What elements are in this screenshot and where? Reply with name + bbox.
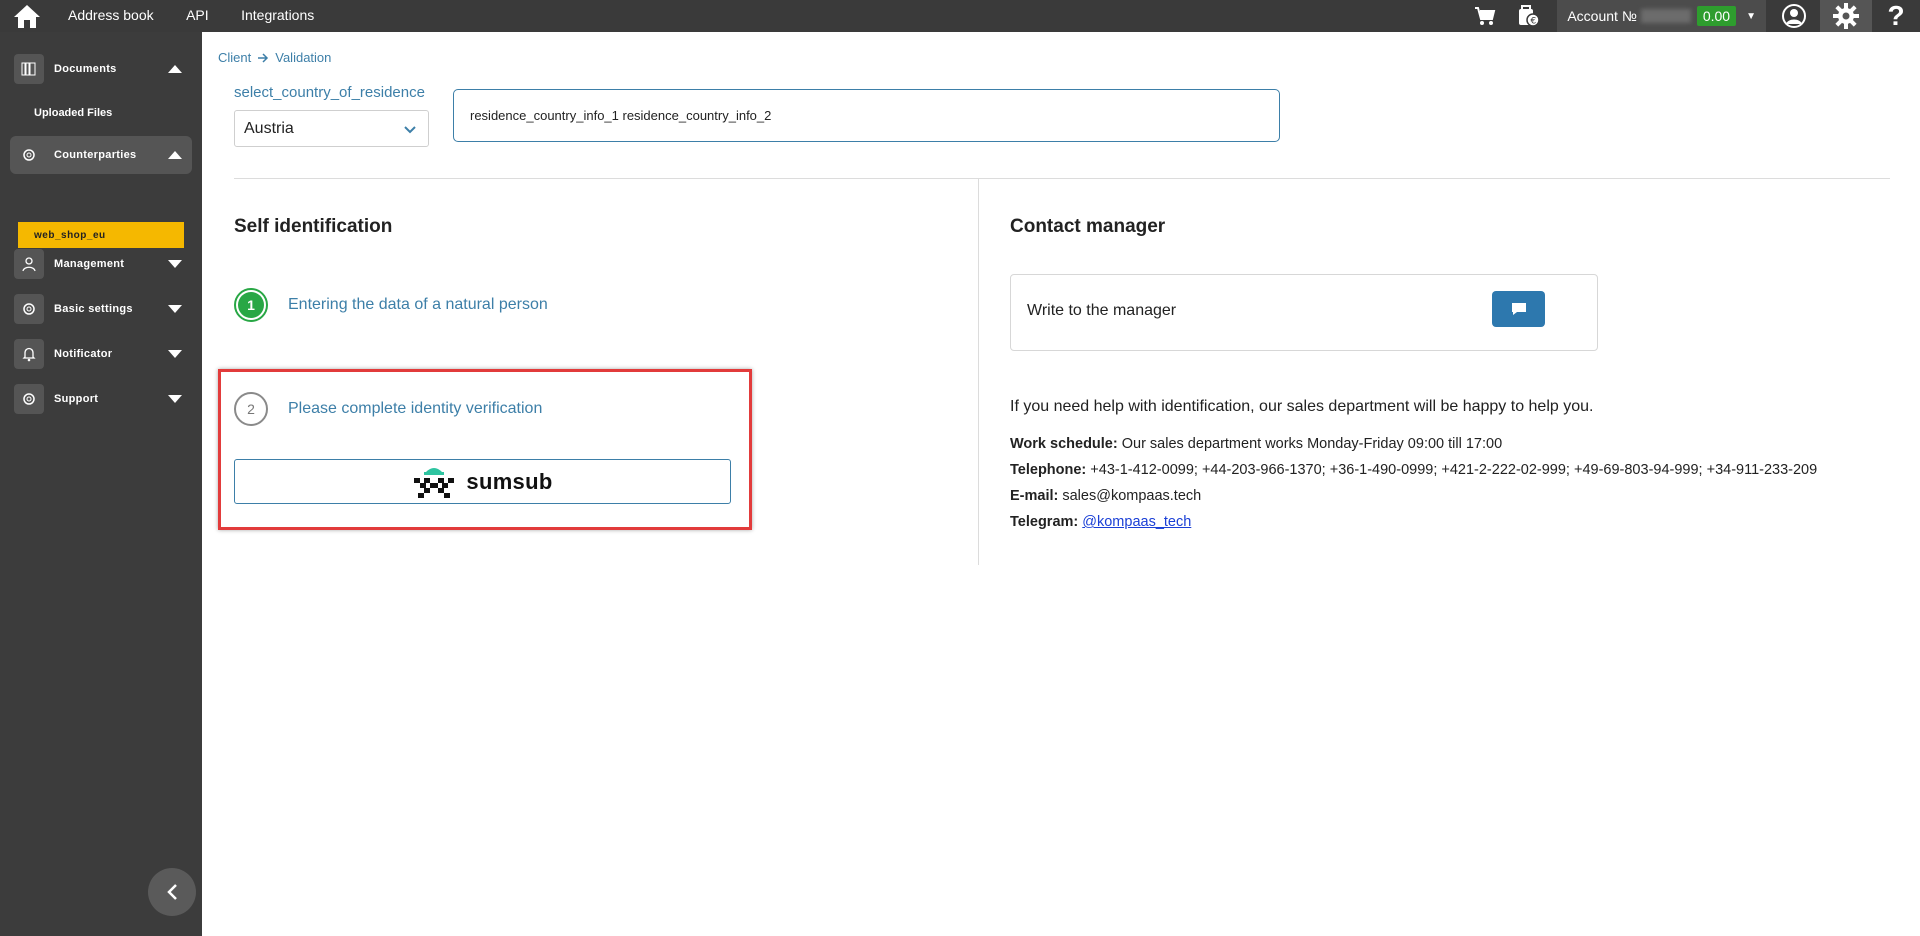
- help-icon[interactable]: ?: [1872, 0, 1920, 32]
- gear-icon: [14, 384, 44, 414]
- telephone: Telephone: +43-1-412-0099; +44-203-966-1…: [1010, 462, 1817, 478]
- sidebar-item-counterparties[interactable]: Counterparties: [10, 136, 192, 174]
- email: E-mail: sales@kompaas.tech: [1010, 488, 1201, 504]
- step-2: 2 Please complete identity verification: [234, 392, 542, 426]
- sumsub-verification-button[interactable]: sumsub: [234, 459, 731, 504]
- step-2-text: Please complete identity verification: [288, 400, 543, 417]
- divider-vertical: [978, 179, 979, 565]
- telephone-value: +43-1-412-0099; +44-203-966-1370; +36-1-…: [1086, 462, 1818, 478]
- svg-text:€: €: [1531, 17, 1537, 27]
- sidebar: Documents Uploaded Files Counterparties …: [0, 32, 202, 936]
- gear-icon: [14, 140, 44, 170]
- cart-icon[interactable]: [1463, 0, 1507, 32]
- telegram: Telegram: @kompaas_tech: [1010, 514, 1191, 530]
- caret-up-icon[interactable]: [168, 65, 182, 73]
- work-schedule: Work schedule: Our sales department work…: [1010, 436, 1502, 452]
- contact-manager-title: Contact manager: [1010, 216, 1166, 237]
- caret-down-icon[interactable]: [168, 260, 182, 268]
- gear-icon: [14, 294, 44, 324]
- divider-horizontal: [234, 178, 1890, 179]
- self-identification-title: Self identification: [234, 216, 393, 237]
- telegram-label: Telegram:: [1010, 514, 1079, 530]
- message-icon: [1511, 303, 1526, 315]
- nav-address-book[interactable]: Address book: [68, 7, 154, 23]
- breadcrumb: Client Validation: [218, 50, 331, 65]
- collapse-sidebar-button[interactable]: [148, 868, 196, 916]
- sumsub-label: sumsub: [466, 468, 553, 494]
- step-2-badge: 2: [234, 392, 268, 426]
- help-text: If you need help with identification, ou…: [1010, 398, 1594, 415]
- account-number-redacted: [1640, 9, 1691, 23]
- sidebar-item-documents[interactable]: Documents: [10, 50, 192, 88]
- telegram-link[interactable]: @kompaas_tech: [1082, 514, 1191, 530]
- work-schedule-label: Work schedule:: [1010, 436, 1118, 452]
- telephone-label: Telephone:: [1010, 462, 1087, 478]
- residence-info-text: residence_country_info_1 residence_count…: [470, 108, 772, 123]
- sumsub-logo-icon: [414, 467, 455, 498]
- sidebar-item-basic-settings[interactable]: Basic settings: [10, 290, 192, 328]
- country-select[interactable]: Austria: [234, 110, 429, 147]
- bell-icon: [14, 339, 44, 369]
- wallet-euro-icon[interactable]: €: [1507, 0, 1551, 32]
- breadcrumb-client[interactable]: Client: [218, 50, 251, 65]
- top-bar: Address book API Integrations € Account …: [0, 0, 1920, 32]
- top-right-controls: € Account № 0.00 ▼ ?: [1463, 0, 1920, 32]
- settings-gear-icon[interactable]: [1820, 0, 1872, 32]
- country-select-value: Austria: [244, 119, 294, 137]
- breadcrumb-validation: Validation: [275, 50, 332, 65]
- top-nav: Address book API Integrations: [54, 7, 328, 25]
- nav-api[interactable]: API: [186, 7, 209, 23]
- contact-card: Write to the manager: [1010, 274, 1598, 351]
- caret-down-icon[interactable]: [168, 350, 182, 358]
- caret-down-icon[interactable]: [168, 305, 182, 313]
- sidebar-item-support[interactable]: Support: [10, 380, 192, 418]
- sidebar-item-label: Documents: [54, 63, 117, 75]
- user-profile-icon[interactable]: [1772, 0, 1816, 32]
- sidebar-item-notificator[interactable]: Notificator: [10, 335, 192, 373]
- account-label: Account №: [1567, 8, 1637, 24]
- chevron-left-icon: [167, 884, 177, 900]
- nav-integrations[interactable]: Integrations: [241, 7, 314, 23]
- caret-down-icon[interactable]: [168, 395, 182, 403]
- write-manager-button[interactable]: [1492, 291, 1545, 327]
- email-label: E-mail:: [1010, 488, 1059, 504]
- residence-info-box: residence_country_info_1 residence_count…: [453, 89, 1280, 142]
- step-1-badge: 1: [234, 288, 268, 322]
- caret-down-icon: ▼: [1746, 10, 1756, 22]
- documents-icon: [14, 54, 44, 84]
- step-1: 1 Entering the data of a natural person: [234, 288, 548, 322]
- country-select-label: select_country_of_residence: [234, 84, 425, 101]
- work-schedule-value: Our sales department works Monday-Friday…: [1117, 436, 1503, 452]
- email-value: sales@kompaas.tech: [1058, 488, 1202, 504]
- account-dropdown[interactable]: Account № 0.00 ▼: [1557, 0, 1766, 32]
- step-1-text[interactable]: Entering the data of a natural person: [288, 296, 548, 314]
- balance-badge: 0.00: [1696, 6, 1737, 26]
- sidebar-item-management[interactable]: Management: [10, 245, 192, 283]
- sidebar-item-label: Basic settings: [54, 303, 133, 315]
- caret-up-icon[interactable]: [168, 151, 182, 159]
- arrow-right-icon: [258, 52, 269, 63]
- sidebar-item-label: Management: [54, 258, 125, 270]
- write-to-manager-label: Write to the manager: [1027, 302, 1177, 319]
- sidebar-item-label: Counterparties: [54, 149, 137, 161]
- sidebar-item-label: Support: [54, 393, 99, 405]
- user-icon: [14, 249, 44, 279]
- chevron-down-icon: [404, 126, 416, 134]
- main-content: Client Validation select_country_of_resi…: [202, 32, 1920, 936]
- sidebar-subitem-uploaded-files[interactable]: Uploaded Files: [34, 107, 112, 119]
- home-icon[interactable]: [0, 0, 54, 32]
- sidebar-item-label: Notificator: [54, 348, 113, 360]
